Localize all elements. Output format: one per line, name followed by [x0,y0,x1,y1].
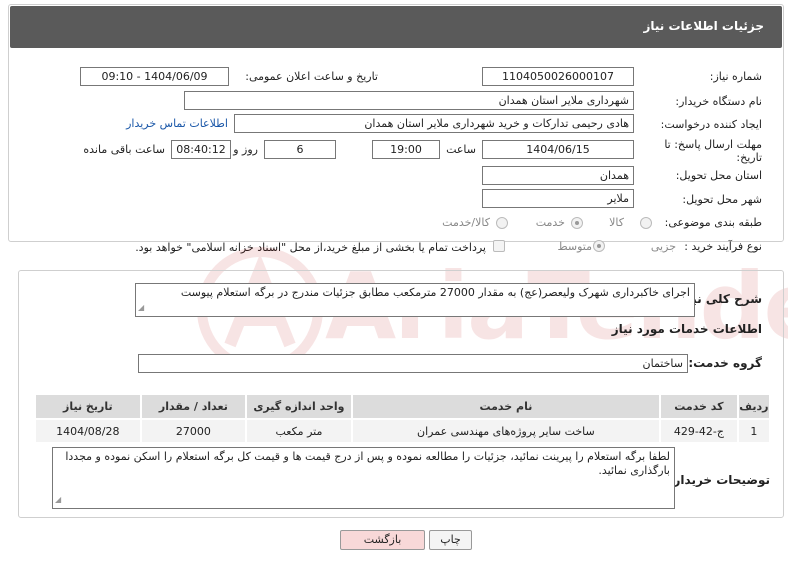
table-row: 1 ج-42-429 ساخت سایر پروژه‌های مهندسی عم… [34,418,772,444]
buyer-org-label: نام دستگاه خریدار: [675,95,762,108]
category-radio-goods-service[interactable] [496,217,508,229]
buyer-notes-textarea: لطفا برگه استعلام را پیرینت نمائید، جزئی… [52,447,675,509]
days-label: روز و [233,143,258,156]
category-option-goods: کالا [609,216,624,229]
announce-date-field: 1404/06/09 - 09:10 [80,67,229,86]
service-group-field: ساختمان [138,354,688,373]
deadline-time-label: ساعت [446,143,476,156]
print-button[interactable]: چاپ [429,530,472,550]
col-code-header: کد خدمت [659,393,739,420]
cell-need-date: 1404/08/28 [34,418,142,444]
category-option-service: خدمت [535,216,565,229]
services-section-title: اطلاعات خدمات مورد نیاز [611,322,762,336]
creator-field: هادی رحیمی تدارکات و خرید شهرداری ملایر … [234,114,634,133]
city-label: شهر محل تحویل: [682,193,762,206]
deadline-label: مهلت ارسال پاسخ: تا تاریخ: [664,138,762,164]
col-unit-header: واحد اندازه گیری [245,393,353,420]
process-option-medium: متوسط [557,240,592,253]
panel-title: جزئیات اطلاعات نیاز [643,19,764,33]
cell-service-name: ساخت سایر پروژه‌های مهندسی عمران [350,418,662,444]
process-radio-minor[interactable] [593,240,605,252]
buyer-notes-text: لطفا برگه استعلام را پیرینت نمائید، جزئی… [65,450,670,477]
service-group-label: گروه خدمت: [688,356,762,370]
treasury-payment-checkbox[interactable] [493,240,505,252]
need-number-field: 1104050026000107 [482,67,634,86]
resize-grip-icon: ◢ [138,303,145,312]
city-field: ملایر [482,189,634,208]
resize-grip-icon: ◢ [55,495,62,504]
buyer-contact-link[interactable]: اطلاعات تماس خریدار [126,117,228,130]
treasury-payment-note: پرداخت تمام یا بخشی از مبلغ خرید،از محل … [135,241,486,254]
col-date-header: تاریخ نیاز [34,393,142,420]
creator-label: ایجاد کننده درخواست: [660,118,762,131]
cell-quantity: 27000 [139,418,248,444]
col-row-header: ردیف [736,393,772,420]
process-option-minor: جزیی [650,240,676,253]
remaining-label: ساعت باقی مانده [83,143,165,156]
table-header-row: ردیف کد خدمت نام خدمت واحد اندازه گیری ت… [34,393,772,420]
remaining-time-field: 08:40:12 [171,140,231,159]
cell-row-number: 1 [736,418,772,444]
cell-service-code: ج-42-429 [659,418,739,444]
category-option-goods-service: کالا/خدمت [442,216,490,229]
process-type-label: نوع فرآیند خرید : [684,240,762,253]
cell-unit: متر مکعب [245,418,353,444]
category-radio-service[interactable] [571,217,583,229]
province-label: استان محل تحویل: [675,169,762,182]
panel-header: جزئیات اطلاعات نیاز [10,6,782,48]
province-field: همدان [482,166,634,185]
summary-textarea: اجرای خاکبرداری شهرک ولیعصر(عج) به مقدار… [135,283,695,317]
deadline-date-field: 1404/06/15 [482,140,634,159]
buyer-org-field: شهرداری ملایر استان همدان [184,91,634,110]
announce-date-label: تاریخ و ساعت اعلان عمومی: [245,70,378,83]
services-table: ردیف کد خدمت نام خدمت واحد اندازه گیری ت… [34,393,772,444]
need-number-label: شماره نیاز: [709,70,762,83]
back-button[interactable]: بازگشت [340,530,425,550]
summary-text: اجرای خاکبرداری شهرک ولیعصر(عج) به مقدار… [180,286,690,299]
buyer-notes-label: توضیحات خریدار: [668,473,770,487]
col-name-header: نام خدمت [350,393,662,420]
remaining-days-field: 6 [264,140,336,159]
col-qty-header: تعداد / مقدار [139,393,248,420]
category-radio-goods[interactable] [640,217,652,229]
deadline-time-field: 19:00 [372,140,440,159]
category-label: طبقه بندی موضوعی: [664,216,762,229]
